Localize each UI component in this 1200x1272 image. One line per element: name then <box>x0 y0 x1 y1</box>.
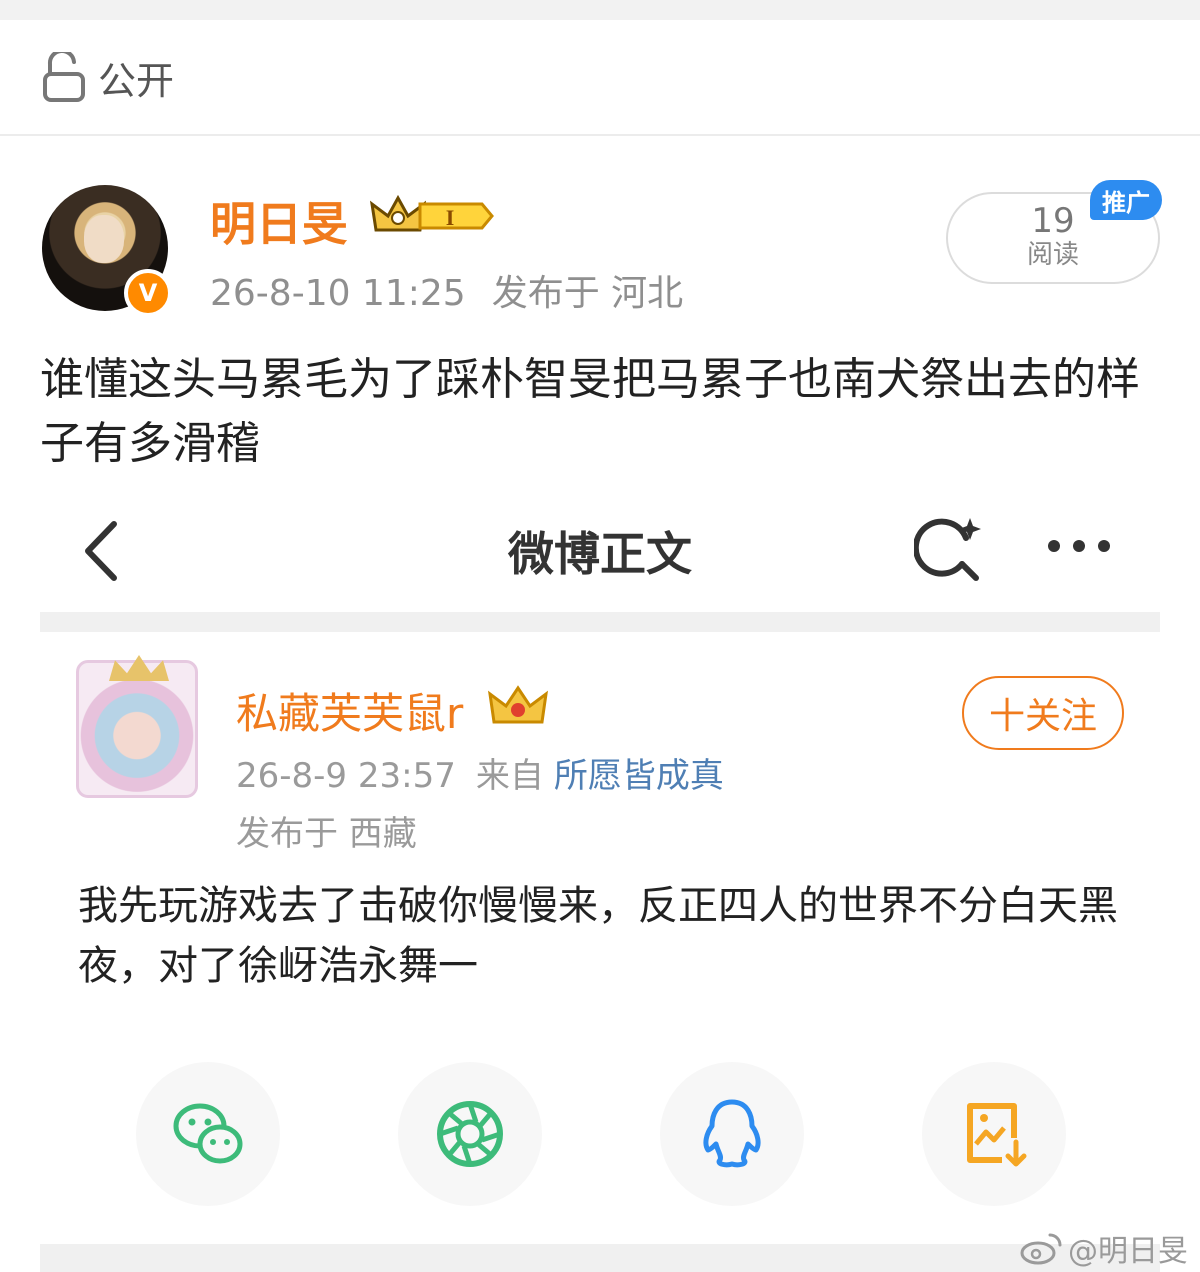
post-time: 26-8-10 11:25 <box>210 273 466 314</box>
post-meta: 26-8-10 11:25 发布于 河北 <box>210 264 709 316</box>
watermark-text: @明日旻 <box>1068 1234 1188 1269</box>
bottom-strip <box>40 1244 1160 1272</box>
share-save-image-button[interactable] <box>922 1062 1066 1206</box>
share-qq-button[interactable] <box>660 1062 804 1206</box>
embedded-time: 26-8-9 23:57 <box>236 756 456 796</box>
follow-button[interactable]: 十关注 <box>962 676 1124 750</box>
source-label: 来自 <box>475 756 544 796</box>
embedded-user-name[interactable]: 私藏芙芙鼠r <box>236 680 463 741</box>
crown-icon <box>488 685 548 724</box>
embedded-header: 微博正文 <box>40 500 1160 610</box>
verified-v-icon: V <box>124 269 172 317</box>
unlock-icon <box>43 52 85 102</box>
top-strip <box>0 0 1200 20</box>
embedded-post-text: 我先玩游戏去了击破你慢慢来，反正四人的世界不分白天黑夜，对了徐岈浩永舞一 <box>78 883 1118 989</box>
embedded-screenshot: 微博正文 私藏芙芙鼠r 十关注 26-8-9 23:57 来自 所愿皆成真 发布于 … <box>0 500 1200 1272</box>
post-text: 谁懂这头马累毛为了踩朴智旻把马累子也南犬祭出去的样子有多滑稽 <box>40 354 1140 469</box>
promo-badge[interactable]: 推广 <box>1090 180 1162 220</box>
qq-icon <box>703 1099 761 1168</box>
share-moments-button[interactable] <box>398 1062 542 1206</box>
embedded-title: 微博正文 <box>508 527 692 581</box>
embedded-divider <box>40 612 1160 632</box>
privacy-label: 公开 <box>98 58 175 103</box>
post-location: 发布于 河北 <box>491 273 684 314</box>
source-link[interactable]: 所愿皆成真 <box>554 756 724 796</box>
author-name[interactable]: 明日旻 <box>210 188 348 254</box>
embedded-user-avatar[interactable] <box>76 655 198 798</box>
level-badge-text: I <box>446 205 455 230</box>
search-icon[interactable] <box>914 514 984 584</box>
crown-level-icon: I <box>370 194 494 232</box>
wechat-icon <box>173 1103 243 1164</box>
moments-icon <box>437 1101 503 1167</box>
embedded-meta: 26-8-9 23:57 来自 所愿皆成真 <box>236 748 724 797</box>
weibo-watermark: @明日旻 <box>1020 1226 1188 1270</box>
more-icon[interactable] <box>1044 536 1114 556</box>
save-image-icon <box>967 1103 1027 1167</box>
share-wechat-button[interactable] <box>136 1062 280 1206</box>
read-label: 阅读 <box>1026 240 1079 270</box>
share-row <box>40 1060 1160 1210</box>
weibo-logo-icon <box>1020 1233 1062 1265</box>
privacy-bar[interactable]: 公开 <box>0 20 1200 136</box>
embedded-location: 发布于 西藏 <box>236 814 417 854</box>
